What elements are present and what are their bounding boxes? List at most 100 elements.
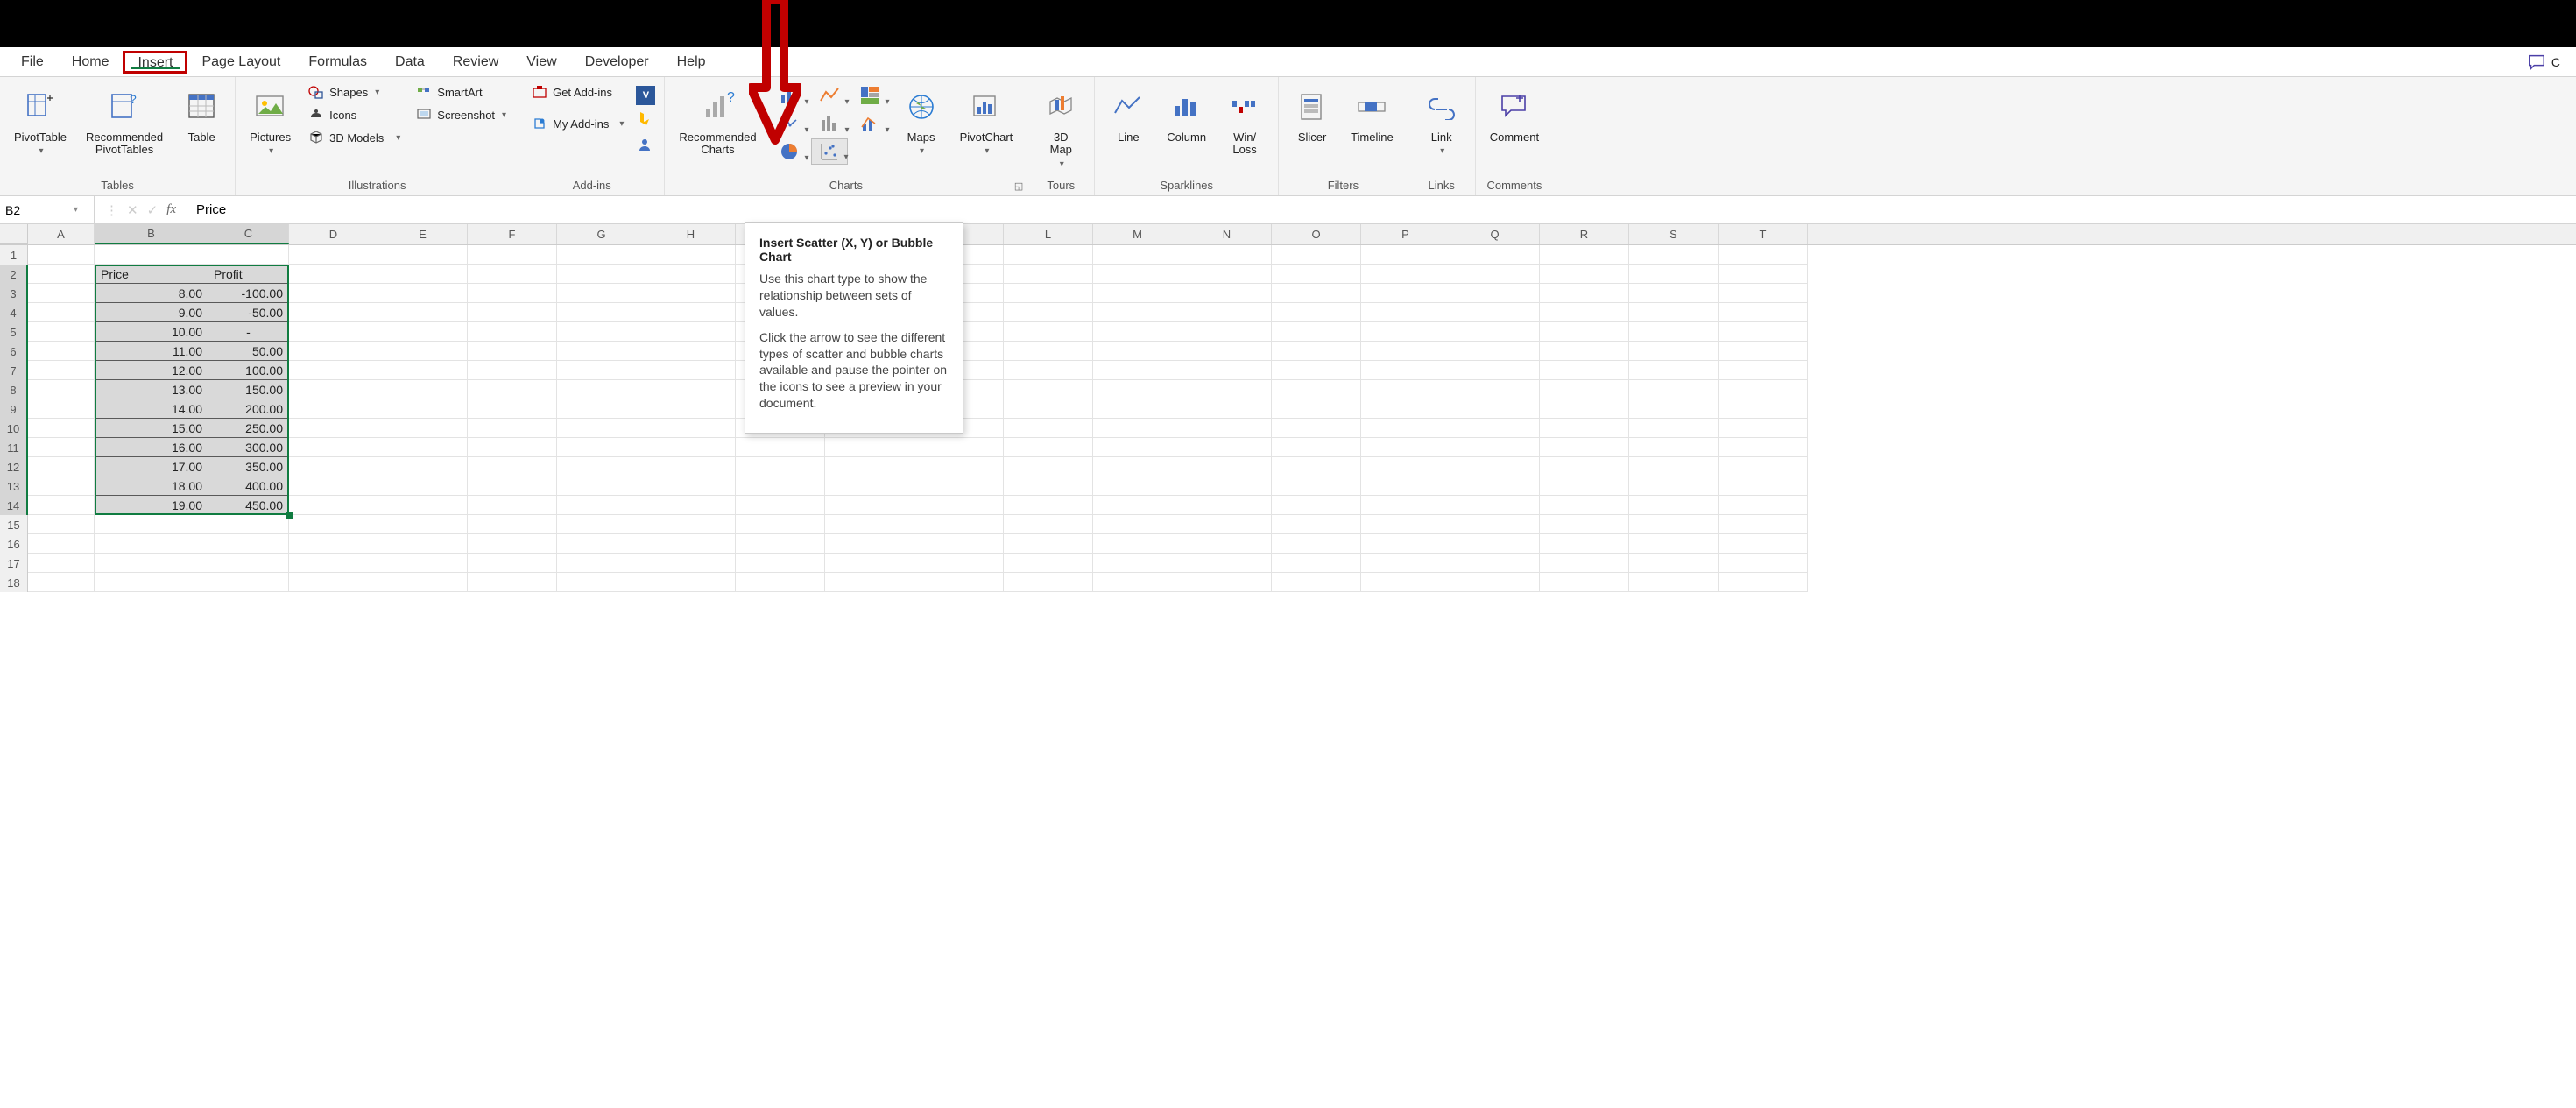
cell-T7[interactable] (1719, 361, 1808, 380)
cell-D8[interactable] (289, 380, 378, 399)
col-header-O[interactable]: O (1272, 224, 1361, 244)
tab-view[interactable]: View (512, 51, 570, 74)
cell-M16[interactable] (1093, 534, 1182, 554)
cell-A13[interactable] (28, 476, 95, 496)
recommended-pivottables-button[interactable]: ? Recommended PivotTables (81, 82, 168, 160)
cell-Q5[interactable] (1450, 322, 1540, 342)
cell-A10[interactable] (28, 419, 95, 438)
cell-O9[interactable] (1272, 399, 1361, 419)
cell-Q17[interactable] (1450, 554, 1540, 573)
cell-S15[interactable] (1629, 515, 1719, 534)
name-box-dropdown[interactable]: ▾ (68, 205, 83, 215)
shapes-button[interactable]: Shapes▾ (305, 82, 404, 102)
cell-Q7[interactable] (1450, 361, 1540, 380)
cell-C12[interactable]: 350.00 (208, 457, 289, 476)
cell-G15[interactable] (557, 515, 646, 534)
comment-button[interactable]: Comment (1485, 82, 1544, 147)
cell-L18[interactable] (1004, 573, 1093, 592)
cell-A17[interactable] (28, 554, 95, 573)
get-addins-button[interactable]: Get Add-ins (528, 82, 627, 102)
cell-P14[interactable] (1361, 496, 1450, 515)
cell-G3[interactable] (557, 284, 646, 303)
sparkline-line-button[interactable]: Line (1104, 82, 1153, 147)
cell-Q9[interactable] (1450, 399, 1540, 419)
cell-G17[interactable] (557, 554, 646, 573)
cell-D13[interactable] (289, 476, 378, 496)
cell-T13[interactable] (1719, 476, 1808, 496)
cell-B16[interactable] (95, 534, 208, 554)
cell-G16[interactable] (557, 534, 646, 554)
cell-F10[interactable] (468, 419, 557, 438)
cell-E3[interactable] (378, 284, 468, 303)
col-header-A[interactable]: A (28, 224, 95, 244)
pivotchart-button[interactable]: PivotChart▾ (955, 82, 1019, 160)
row-header-10[interactable]: 10 (0, 419, 28, 438)
cell-Q3[interactable] (1450, 284, 1540, 303)
cell-B11[interactable]: 16.00 (95, 438, 208, 457)
cell-E6[interactable] (378, 342, 468, 361)
cell-N18[interactable] (1182, 573, 1272, 592)
cell-R9[interactable] (1540, 399, 1629, 419)
cell-C18[interactable] (208, 573, 289, 592)
cell-S1[interactable] (1629, 245, 1719, 265)
cell-S6[interactable] (1629, 342, 1719, 361)
cell-F16[interactable] (468, 534, 557, 554)
cell-C14[interactable]: 450.00 (208, 496, 289, 515)
cell-A14[interactable] (28, 496, 95, 515)
cell-R1[interactable] (1540, 245, 1629, 265)
cell-S10[interactable] (1629, 419, 1719, 438)
cell-H1[interactable] (646, 245, 736, 265)
cell-C6[interactable]: 50.00 (208, 342, 289, 361)
cell-G1[interactable] (557, 245, 646, 265)
cell-A4[interactable] (28, 303, 95, 322)
line-chart-button[interactable]: ▾ (811, 82, 848, 109)
cell-F2[interactable] (468, 265, 557, 284)
cell-H3[interactable] (646, 284, 736, 303)
cell-B9[interactable]: 14.00 (95, 399, 208, 419)
cell-J16[interactable] (825, 534, 914, 554)
col-header-B[interactable]: B (95, 224, 208, 244)
cell-F6[interactable] (468, 342, 557, 361)
col-header-P[interactable]: P (1361, 224, 1450, 244)
cell-Q1[interactable] (1450, 245, 1540, 265)
row-header-8[interactable]: 8 (0, 380, 28, 399)
cell-E17[interactable] (378, 554, 468, 573)
cell-Q8[interactable] (1450, 380, 1540, 399)
visio-addin-button[interactable]: V (636, 86, 655, 105)
cell-T5[interactable] (1719, 322, 1808, 342)
cell-Q12[interactable] (1450, 457, 1540, 476)
cell-S5[interactable] (1629, 322, 1719, 342)
cell-E4[interactable] (378, 303, 468, 322)
cell-O18[interactable] (1272, 573, 1361, 592)
maps-button[interactable]: Maps▾ (897, 82, 946, 160)
cell-O7[interactable] (1272, 361, 1361, 380)
formula-input[interactable] (187, 199, 2576, 221)
cell-F7[interactable] (468, 361, 557, 380)
cell-O14[interactable] (1272, 496, 1361, 515)
cell-G5[interactable] (557, 322, 646, 342)
col-header-Q[interactable]: Q (1450, 224, 1540, 244)
cell-D17[interactable] (289, 554, 378, 573)
cell-A18[interactable] (28, 573, 95, 592)
cell-A11[interactable] (28, 438, 95, 457)
cell-D2[interactable] (289, 265, 378, 284)
cell-N12[interactable] (1182, 457, 1272, 476)
tab-file[interactable]: File (7, 51, 58, 74)
cell-H14[interactable] (646, 496, 736, 515)
cell-S7[interactable] (1629, 361, 1719, 380)
cell-B3[interactable]: 8.00 (95, 284, 208, 303)
scatter-chart-button[interactable]: ▾ (811, 138, 848, 165)
cell-P9[interactable] (1361, 399, 1450, 419)
cell-P17[interactable] (1361, 554, 1450, 573)
cell-N8[interactable] (1182, 380, 1272, 399)
link-button[interactable]: Link▾ (1417, 82, 1466, 160)
3d-models-button[interactable]: 3D Models▾ (305, 128, 404, 147)
cell-E18[interactable] (378, 573, 468, 592)
cell-R17[interactable] (1540, 554, 1629, 573)
cell-M12[interactable] (1093, 457, 1182, 476)
enter-formula-icon[interactable]: ✓ (147, 202, 159, 218)
cell-D1[interactable] (289, 245, 378, 265)
cell-F9[interactable] (468, 399, 557, 419)
tab-review[interactable]: Review (439, 51, 512, 74)
cell-E7[interactable] (378, 361, 468, 380)
